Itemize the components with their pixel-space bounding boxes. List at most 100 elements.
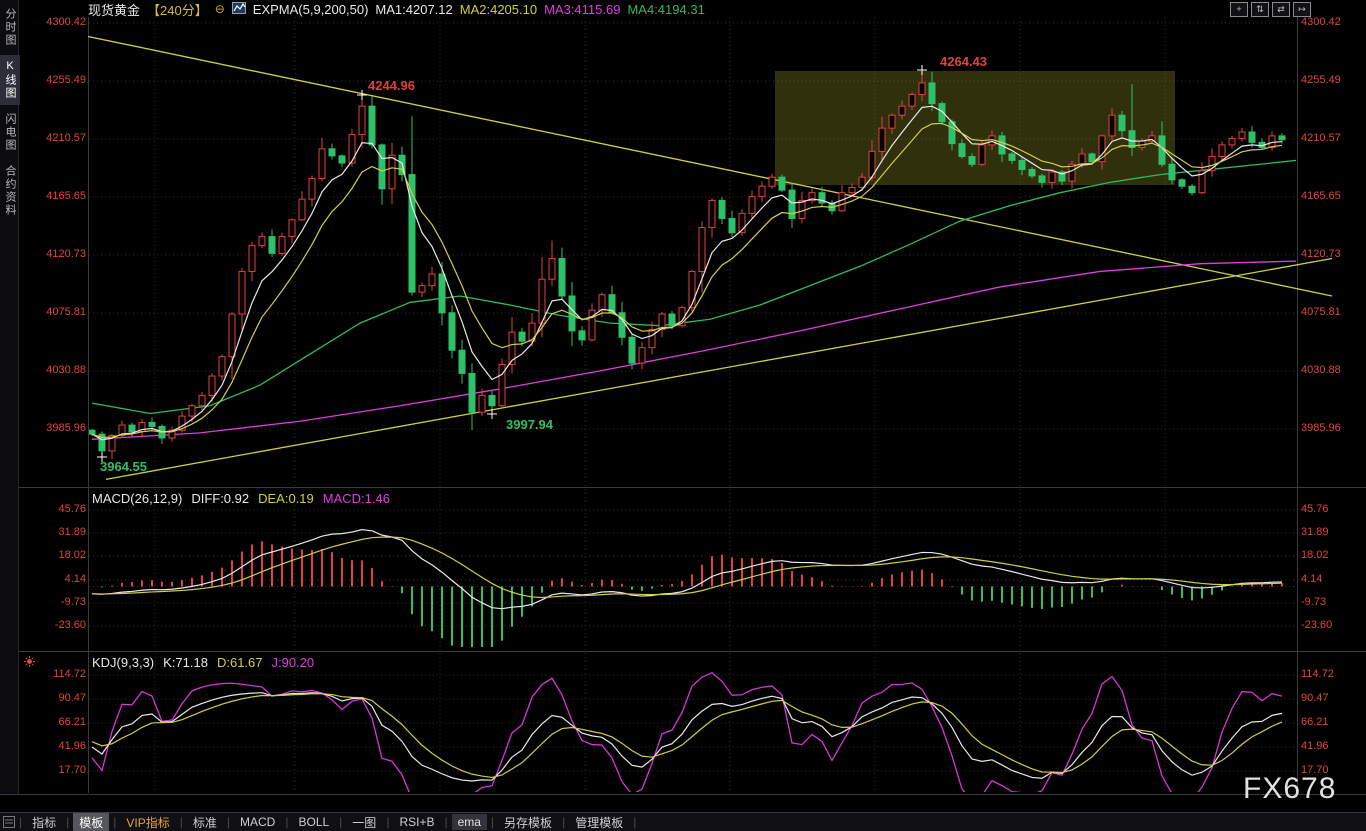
kdj-panel-header: KDJ(9,3,3) K:71.18 D:61.67 J:90.20 — [92, 655, 314, 670]
sidebar-item-tab[interactable]: 闪电图 — [0, 108, 20, 157]
macd-axis-label-right: 4.14 — [1301, 573, 1363, 585]
ma3-value: MA3:4115.69 — [544, 2, 620, 17]
svg-text:3997.94: 3997.94 — [506, 417, 554, 432]
toolbar-separator: | — [227, 815, 230, 829]
kdj-axis-label-right: 66.21 — [1301, 716, 1363, 728]
toolbar-item-rsi-b[interactable]: RSI+B — [393, 814, 440, 830]
layers-icon[interactable] — [3, 816, 15, 828]
price-axis-label-right: 4300.42 — [1301, 16, 1363, 28]
ma2-value: MA2:4205.10 — [460, 2, 537, 17]
price-axis-label-left: 4300.42 — [20, 16, 86, 28]
macd-axis-label-right: 18.02 — [1301, 549, 1363, 561]
ma4-value: MA4:4194.31 — [627, 2, 704, 17]
symbol-title: 现货黄金 — [88, 0, 140, 19]
toolbar-separator: | — [562, 815, 565, 829]
kdj-axis-label-left: 90.47 — [20, 692, 86, 704]
toolbar-item-boll[interactable]: BOLL — [292, 814, 335, 830]
kdj-k-value: K:71.18 — [163, 655, 208, 670]
price-axis-label-right: 4165.65 — [1301, 190, 1363, 202]
macd-axis-label-right: 45.76 — [1301, 503, 1363, 515]
macd-axis-label-left: 45.76 — [20, 503, 86, 515]
toolbar-item-另存模板[interactable]: 另存模板 — [498, 813, 558, 831]
toolbar-item-标准[interactable]: 标准 — [187, 813, 223, 831]
price-axis-label-right: 3985.96 — [1301, 422, 1363, 434]
collapse-circle-icon[interactable]: ⊖ — [215, 2, 225, 16]
kline-chart-icon — [232, 2, 246, 17]
price-axis-label-left: 3985.96 — [20, 422, 86, 434]
toolbar-separator: | — [491, 815, 494, 829]
expma-label: EXPMA(5,9,200,50) — [253, 2, 369, 17]
price-axis-label-right: 4075.81 — [1301, 306, 1363, 318]
sidebar-item-tab[interactable]: 分时图 — [0, 3, 20, 52]
scale-x-icon[interactable]: ⇄ — [1272, 2, 1290, 17]
macd-panel-header: MACD(26,12,9) DIFF:0.92 DEA:0.19 MACD:1.… — [92, 491, 390, 506]
sidebar-item-active[interactable]: K线图 — [0, 55, 20, 105]
price-axis-label-right: 4120.73 — [1301, 248, 1363, 260]
price-axis-label-right: 4030.88 — [1301, 364, 1363, 376]
kdj-j-value: J:90.20 — [272, 655, 315, 670]
kdj-d-value: D:61.67 — [217, 655, 263, 670]
macd-macd-value: MACD:1.46 — [323, 491, 390, 506]
toolbar-separator: | — [339, 815, 342, 829]
ma1-value: MA1:4207.12 — [375, 2, 452, 17]
toolbar-item-管理模板[interactable]: 管理模板 — [569, 813, 629, 831]
kdj-axis-label-left: 17.70 — [20, 764, 86, 776]
chart-canvas[interactable]: 4244.96 4264.43 3964.55 3997.94 — [0, 0, 1366, 831]
toolbar-item-一图[interactable]: 一图 — [346, 813, 382, 831]
macd-axis-label-left: 31.89 — [20, 526, 86, 538]
macd-axis-label-left: -9.73 — [20, 596, 86, 608]
toolbar-separator: | — [66, 815, 69, 829]
kdj-axis-label-left: 41.96 — [20, 740, 86, 752]
price-axis-label-right: 4210.57 — [1301, 132, 1363, 144]
macd-axis-label-right: 31.89 — [1301, 526, 1363, 538]
kdj-axis-label-left: 66.21 — [20, 716, 86, 728]
toolbar-item-指标[interactable]: 指标 — [26, 813, 62, 831]
macd-title: MACD(26,12,9) — [92, 491, 182, 506]
price-axis-label-left: 4120.73 — [20, 248, 86, 260]
price-axis-label-left: 4255.49 — [20, 74, 86, 86]
toolbar-item-模板[interactable]: 模板 — [73, 813, 109, 831]
toolbar-item-macd[interactable]: MACD — [234, 814, 281, 830]
scale-y-icon[interactable]: ⇅ — [1251, 2, 1269, 17]
toolbar-separator: | — [180, 815, 183, 829]
kdj-axis-label-right: 114.72 — [1301, 668, 1363, 680]
toolbar-separator: | — [285, 815, 288, 829]
kdj-settings-icon[interactable] — [24, 654, 35, 672]
svg-text:4264.43: 4264.43 — [940, 54, 987, 69]
chart-tools: +⇅⇄↦ — [1230, 2, 1311, 17]
chart-type-sidebar: 分时图 K线图闪电图合约资料 — [0, 0, 19, 794]
toolbar-separator: | — [444, 815, 447, 829]
fx678-watermark: FX678 — [1243, 772, 1336, 806]
svg-text:3964.55: 3964.55 — [100, 459, 147, 474]
bottom-toolbar: | 指标 | 模板 | VIP指标 | 标准 | MACD | BOLL | 一图 | RSI+B | ema | 另… — [0, 812, 1366, 831]
macd-diff-value: DIFF:0.92 — [191, 491, 249, 506]
period-label: 【240分】 — [147, 0, 208, 19]
pan-right-icon[interactable]: ↦ — [1293, 2, 1311, 17]
macd-axis-label-left: -23.60 — [20, 619, 86, 631]
price-axis-label-left: 4165.65 — [20, 190, 86, 202]
toolbar-separator: | — [633, 815, 636, 829]
macd-dea-value: DEA:0.19 — [258, 491, 314, 506]
trading-app-window: 4244.96 4264.43 3964.55 3997.94 分时图 K线图闪电图合约… — [0, 0, 1366, 831]
kdj-title: KDJ(9,3,3) — [92, 655, 154, 670]
macd-axis-label-right: -9.73 — [1301, 596, 1363, 608]
price-axis-label-right: 4255.49 — [1301, 74, 1363, 86]
svg-text:4244.96: 4244.96 — [368, 78, 415, 93]
price-axis-label-left: 4030.88 — [20, 364, 86, 376]
macd-axis-label-left: 18.02 — [20, 549, 86, 561]
toolbar-separator: | — [386, 815, 389, 829]
toolbar-item-vip指标[interactable]: VIP指标 — [120, 813, 175, 831]
date-axis — [0, 794, 1366, 813]
toolbar-separator: | — [19, 815, 22, 829]
macd-axis-label-right: -23.60 — [1301, 619, 1363, 631]
toolbar-item-ema[interactable]: ema — [452, 814, 487, 830]
chart-header: 现货黄金 【240分】 ⊖ EXPMA(5,9,200,50) MA1:4207… — [88, 1, 705, 17]
toolbar-separator: | — [113, 815, 116, 829]
kdj-axis-label-right: 90.47 — [1301, 692, 1363, 704]
crosshair-icon[interactable]: + — [1230, 2, 1248, 17]
price-axis-label-left: 4210.57 — [20, 132, 86, 144]
macd-axis-label-left: 4.14 — [20, 573, 86, 585]
price-axis-label-left: 4075.81 — [20, 306, 86, 318]
kdj-axis-label-right: 41.96 — [1301, 740, 1363, 752]
sidebar-item-tab[interactable]: 合约资料 — [0, 160, 20, 222]
